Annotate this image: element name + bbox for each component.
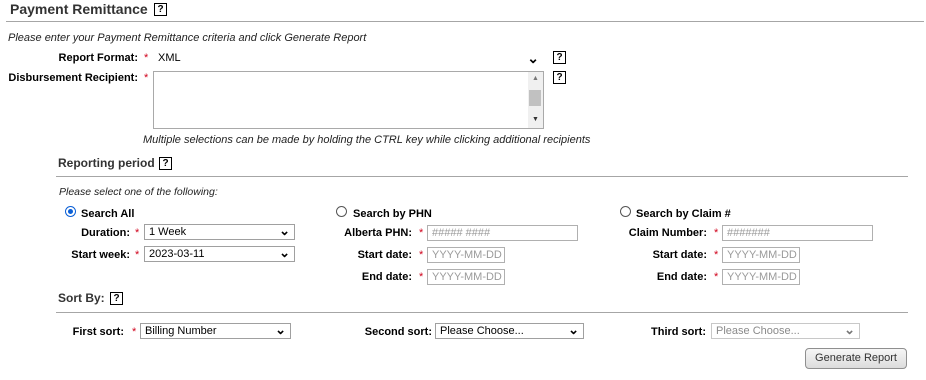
arrow-up-icon[interactable]: ▲: [532, 75, 539, 82]
report-format-select[interactable]: XML ⌄: [153, 50, 545, 68]
duration-label: Duration:: [81, 227, 130, 239]
first-sort-label: First sort:: [72, 326, 124, 338]
alberta-phn-placeholder: ##### ####: [432, 227, 491, 239]
start-week-required: *: [135, 249, 140, 261]
claim-end-date-placeholder: YYYY-MM-DD: [727, 271, 797, 283]
alberta-phn-label: Alberta PHN:: [344, 227, 412, 239]
start-week-value: 2023-03-11: [149, 248, 205, 260]
claim-end-date-input[interactable]: YYYY-MM-DD: [722, 269, 800, 285]
reporting-period-title: Reporting period: [58, 156, 155, 170]
disbursement-scrollbar[interactable]: ▲ ▼: [528, 72, 543, 128]
claim-number-input[interactable]: #######: [722, 225, 873, 241]
disbursement-help-icon[interactable]: ?: [553, 71, 566, 84]
phn-end-date-label: End date:: [361, 271, 412, 283]
third-sort-label: Third sort:: [651, 326, 706, 338]
third-sort-value: Please Choose...: [716, 325, 800, 337]
disbursement-recipient-list[interactable]: ▲ ▼: [153, 71, 544, 129]
chevron-down-icon: ⌄: [527, 50, 539, 66]
search-all-label: Search All: [81, 208, 135, 220]
sort-by-divider: [56, 312, 908, 313]
title-help-icon[interactable]: ?: [154, 3, 167, 16]
second-sort-select[interactable]: Please Choose... ⌄: [435, 323, 584, 339]
phn-end-date-required: *: [419, 271, 424, 283]
disbursement-required: *: [144, 72, 149, 84]
claim-number-label: Claim Number:: [628, 227, 707, 239]
title-divider: [6, 21, 924, 22]
phn-end-date-placeholder: YYYY-MM-DD: [432, 271, 502, 283]
sort-by-help-icon[interactable]: ?: [110, 292, 123, 305]
intro-text: Please enter your Payment Remittance cri…: [8, 32, 367, 44]
search-phn-label: Search by PHN: [353, 208, 432, 220]
first-sort-select[interactable]: Billing Number ⌄: [140, 323, 291, 339]
duration-required: *: [135, 227, 140, 239]
chevron-down-icon: ⌄: [844, 322, 855, 337]
claim-start-date-required: *: [714, 249, 719, 261]
claim-start-date-label: Start date:: [652, 249, 707, 261]
first-sort-required: *: [132, 326, 137, 338]
disbursement-hint: Multiple selections can be made by holdi…: [143, 134, 591, 146]
sort-by-title: Sort By:: [58, 291, 105, 305]
phn-end-date-input[interactable]: YYYY-MM-DD: [427, 269, 505, 285]
chevron-down-icon: ⌄: [279, 223, 290, 238]
search-claim-radio[interactable]: [620, 206, 631, 217]
second-sort-label: Second sort:: [364, 326, 432, 338]
search-all-radio[interactable]: [65, 206, 76, 217]
page-title: Payment Remittance: [10, 1, 148, 17]
report-format-value: XML: [158, 52, 181, 64]
search-phn-radio[interactable]: [336, 206, 347, 217]
phn-start-date-placeholder: YYYY-MM-DD: [432, 249, 502, 261]
duration-value: 1 Week: [149, 226, 187, 238]
phn-start-date-label: Start date:: [357, 249, 412, 261]
reporting-period-divider: [56, 176, 908, 177]
claim-end-date-label: End date:: [656, 271, 707, 283]
start-week-select[interactable]: 2023-03-11 ⌄: [144, 246, 295, 262]
claim-start-date-input[interactable]: YYYY-MM-DD: [722, 247, 800, 263]
chevron-down-icon: ⌄: [275, 322, 286, 337]
scrollbar-thumb[interactable]: [529, 90, 541, 106]
claim-number-placeholder: #######: [727, 227, 770, 239]
claim-end-date-required: *: [714, 271, 719, 283]
search-claim-label: Search by Claim #: [636, 208, 731, 220]
phn-start-date-required: *: [419, 249, 424, 261]
chevron-down-icon: ⌄: [279, 245, 290, 260]
third-sort-select[interactable]: Please Choose... ⌄: [711, 323, 860, 339]
report-format-help-icon[interactable]: ?: [553, 51, 566, 64]
arrow-down-icon[interactable]: ▼: [532, 116, 539, 123]
alberta-phn-required: *: [419, 227, 424, 239]
reporting-period-instruction: Please select one of the following:: [59, 186, 218, 198]
generate-report-button[interactable]: Generate Report: [805, 348, 907, 369]
phn-start-date-input[interactable]: YYYY-MM-DD: [427, 247, 505, 263]
start-week-label: Start week:: [71, 249, 130, 261]
second-sort-value: Please Choose...: [440, 325, 524, 337]
chevron-down-icon: ⌄: [568, 322, 579, 337]
alberta-phn-input[interactable]: ##### ####: [427, 225, 578, 241]
disbursement-label: Disbursement Recipient:: [8, 72, 138, 84]
duration-select[interactable]: 1 Week ⌄: [144, 224, 295, 240]
claim-number-required: *: [714, 227, 719, 239]
claim-start-date-placeholder: YYYY-MM-DD: [727, 249, 797, 261]
reporting-period-help-icon[interactable]: ?: [159, 157, 172, 170]
first-sort-value: Billing Number: [145, 325, 217, 337]
report-format-label: Report Format:: [58, 52, 138, 64]
report-format-required: *: [144, 52, 149, 64]
